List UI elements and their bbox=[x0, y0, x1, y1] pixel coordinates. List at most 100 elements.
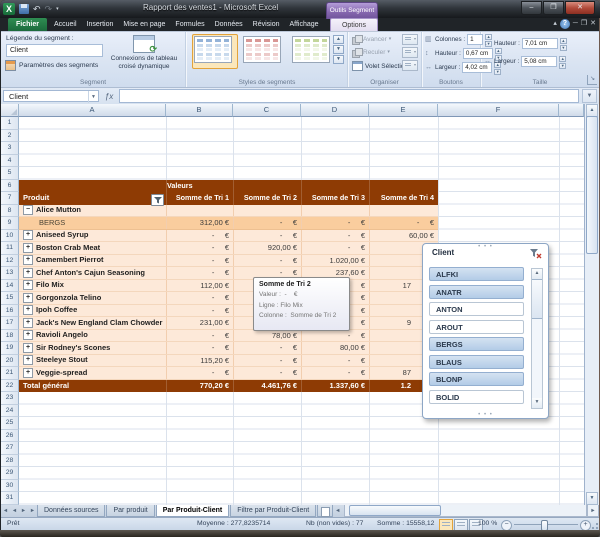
pivot-row-label-cell[interactable]: +Aniseed Syrup bbox=[19, 230, 166, 242]
excel-logo-icon[interactable]: X bbox=[3, 3, 15, 15]
rotate-icon[interactable] bbox=[402, 60, 418, 71]
style-thumbnail-blue[interactable] bbox=[192, 34, 238, 69]
slicer-height-spinner[interactable]: ▲▼ bbox=[560, 38, 567, 49]
pivot-value-cell[interactable] bbox=[166, 205, 233, 217]
slicer-caption-input[interactable]: Client bbox=[6, 44, 103, 57]
scroll-down-icon[interactable]: ▼ bbox=[586, 492, 598, 505]
name-box[interactable]: Client ▼ bbox=[3, 90, 99, 102]
bring-forward-button[interactable]: Avancer ▾ bbox=[352, 35, 391, 43]
pivot-value-cell[interactable]: - € bbox=[233, 230, 301, 242]
column-header-clipped[interactable] bbox=[559, 104, 584, 117]
row-header-13[interactable]: 13 bbox=[1, 267, 19, 280]
pivot-row-label-cell[interactable]: +Boston Crab Meat bbox=[19, 242, 166, 254]
row-header-18[interactable]: 18 bbox=[1, 330, 19, 343]
horizontal-scrollbar[interactable] bbox=[344, 505, 587, 517]
slicer-height-input[interactable]: 7,01 cm bbox=[522, 38, 558, 49]
sheet-tab-par-produit[interactable]: Par produit bbox=[106, 505, 154, 517]
column-header-C[interactable]: C bbox=[233, 104, 301, 117]
row-header-26[interactable]: 26 bbox=[1, 430, 19, 443]
row-header-12[interactable]: 12 bbox=[1, 255, 19, 268]
slicer-scroll-down-icon[interactable]: ▼ bbox=[532, 398, 542, 408]
help-icon[interactable]: ? bbox=[560, 19, 570, 29]
pivot-value-cell[interactable]: 1.337,60 € bbox=[301, 380, 369, 393]
redo-icon[interactable]: ↷ bbox=[45, 3, 53, 15]
slicer-width-spinner[interactable]: ▲▼ bbox=[559, 56, 566, 67]
send-backward-button[interactable]: Reculer ▾ bbox=[352, 48, 390, 56]
qat-more-icon[interactable]: ▾ bbox=[56, 3, 59, 15]
horizontal-scroll-thumb[interactable] bbox=[349, 505, 441, 516]
formula-input[interactable] bbox=[119, 89, 579, 103]
tab-mise-en-page[interactable]: Mise en page bbox=[118, 18, 170, 31]
insert-function-icon[interactable]: ƒx bbox=[99, 92, 119, 101]
pivot-col-header[interactable]: Somme de Tri 1 bbox=[166, 192, 233, 205]
pivot-value-cell[interactable]: - € bbox=[233, 355, 301, 367]
expand-icon[interactable]: + bbox=[23, 355, 33, 365]
pivot-row-label-cell[interactable]: −Alice Mutton bbox=[19, 205, 166, 217]
row-header-5[interactable]: 5 bbox=[1, 167, 19, 180]
pivot-row-label-cell[interactable]: +Ravioli Angelo bbox=[19, 330, 166, 342]
slicer-settings-button[interactable]: Paramètres des segments bbox=[5, 60, 98, 71]
column-header-B[interactable]: B bbox=[166, 104, 233, 117]
tab-fichier[interactable]: Fichier bbox=[8, 18, 47, 31]
pivot-value-cell[interactable]: 112,00 € bbox=[166, 280, 233, 292]
tab-r-vision[interactable]: Révision bbox=[248, 18, 285, 31]
slicer-item-blonp[interactable]: BLONP bbox=[429, 372, 524, 386]
row-header-23[interactable]: 23 bbox=[1, 392, 19, 405]
row-header-28[interactable]: 28 bbox=[1, 455, 19, 468]
style-thumbnail-green[interactable] bbox=[290, 34, 336, 69]
pivot-row-label-cell[interactable]: Total général bbox=[19, 380, 166, 393]
column-header-E[interactable]: E bbox=[369, 104, 438, 117]
pivot-row-label-cell[interactable]: +Gorgonzola Telino bbox=[19, 292, 166, 304]
workbook-close-icon[interactable]: ✕ bbox=[590, 19, 596, 29]
row-header-14[interactable]: 14 bbox=[1, 280, 19, 293]
row-header-3[interactable]: 3 bbox=[1, 142, 19, 155]
row-header-27[interactable]: 27 bbox=[1, 442, 19, 455]
sheet-tab-donn-es-sources[interactable]: Données sources bbox=[37, 505, 105, 517]
prev-sheet-icon[interactable]: ◄ bbox=[10, 505, 19, 517]
column-header-A[interactable]: A bbox=[19, 104, 166, 117]
pivot-value-cell[interactable]: - € bbox=[166, 267, 233, 279]
expand-icon[interactable]: + bbox=[23, 243, 33, 253]
pivot-value-cell[interactable]: 78,00 € bbox=[233, 330, 301, 342]
row-header-15[interactable]: 15 bbox=[1, 292, 19, 305]
row-header-20[interactable]: 20 bbox=[1, 355, 19, 368]
pivot-value-cell[interactable]: - € bbox=[301, 242, 369, 254]
pin-ribbon-icon[interactable]: ▴ bbox=[553, 19, 557, 29]
pivot-row-label-cell[interactable]: +Chef Anton's Cajun Seasoning bbox=[19, 267, 166, 279]
row-header-4[interactable]: 4 bbox=[1, 155, 19, 168]
row-header-1[interactable]: 1 bbox=[1, 117, 19, 130]
slicer-scroll-up-icon[interactable]: ▲ bbox=[532, 269, 542, 279]
row-header-16[interactable]: 16 bbox=[1, 305, 19, 318]
pivot-value-cell[interactable] bbox=[233, 205, 301, 217]
slicer-item-anatr[interactable]: ANATR bbox=[429, 285, 524, 299]
column-header-D[interactable]: D bbox=[301, 104, 369, 117]
expand-icon[interactable]: + bbox=[23, 280, 33, 290]
expand-icon[interactable]: + bbox=[23, 230, 33, 240]
gallery-more-icon[interactable]: ▼ bbox=[333, 55, 344, 64]
expand-icon[interactable]: + bbox=[23, 343, 33, 353]
pivot-value-cell[interactable]: - € bbox=[301, 330, 369, 342]
pivot-value-cell[interactable]: - € bbox=[301, 355, 369, 367]
row-header-11[interactable]: 11 bbox=[1, 242, 19, 255]
pivot-col-header[interactable]: Somme de Tri 2 bbox=[233, 192, 301, 205]
row-header-19[interactable]: 19 bbox=[1, 342, 19, 355]
hscroll-left-icon[interactable]: ◄ bbox=[333, 505, 342, 517]
pivot-value-cell[interactable]: - € bbox=[166, 305, 233, 317]
select-all-corner[interactable] bbox=[1, 104, 19, 117]
pivot-value-cell[interactable]: 1.020,00 € bbox=[301, 255, 369, 267]
clear-filter-icon[interactable] bbox=[529, 247, 542, 259]
pivot-value-cell[interactable]: - € bbox=[301, 367, 369, 379]
align-icon[interactable] bbox=[402, 34, 418, 45]
tab-affichage[interactable]: Affichage bbox=[285, 18, 324, 31]
next-sheet-icon[interactable]: ► bbox=[19, 505, 28, 517]
workbook-restore-icon[interactable]: ❐ bbox=[581, 19, 587, 29]
zoom-level[interactable]: 100 % bbox=[478, 520, 497, 527]
vertical-scrollbar[interactable]: ▲ ▼ bbox=[584, 104, 599, 505]
hscroll-right-icon[interactable]: ► bbox=[587, 505, 599, 517]
first-sheet-icon[interactable]: ◄ bbox=[1, 505, 10, 517]
row-header-7[interactable]: 7 bbox=[1, 192, 19, 205]
workbook-minimize-icon[interactable]: ─ bbox=[573, 19, 578, 29]
pivot-value-cell[interactable]: - € bbox=[233, 342, 301, 354]
pivot-value-cell[interactable]: 4.461,76 € bbox=[233, 380, 301, 393]
pivot-row-label-cell[interactable]: +Veggie-spread bbox=[19, 367, 166, 379]
